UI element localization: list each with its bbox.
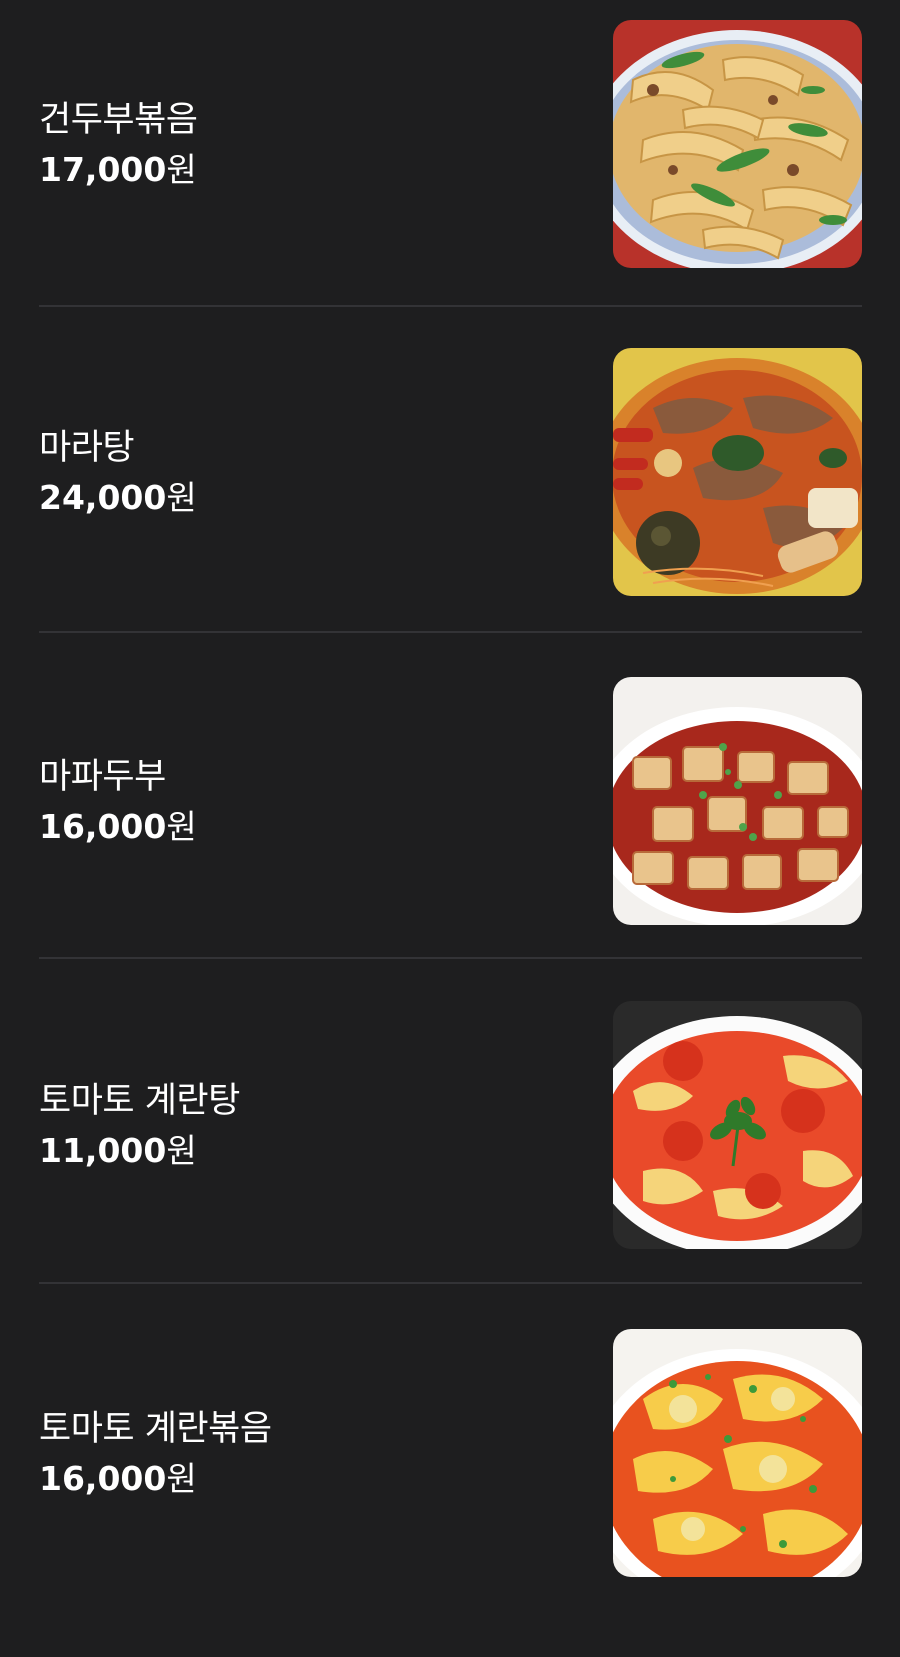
menu-item[interactable]: 토마토 계란탕 11,000원 [39,1001,862,1329]
divider [39,631,862,633]
menu-item-name: 마라탕 [39,428,135,468]
dried-tofu-stir-fry-photo[interactable] [613,20,862,268]
menu-item-name: 토마토 계란볶음 [39,1409,272,1449]
food-image [613,348,862,596]
food-image [613,1001,862,1249]
tomato-egg-stir-fry-photo[interactable] [613,1329,862,1577]
malatang-photo[interactable] [613,348,862,596]
menu-item-price: 16,000원 [39,807,197,847]
menu-item-price: 16,000원 [39,1459,272,1499]
price-amount: 16,000 [39,807,167,846]
menu-item[interactable]: 마파두부 16,000원 [39,677,862,1005]
menu-item-price: 17,000원 [39,150,198,190]
price-currency: 원 [166,478,197,517]
price-amount: 16,000 [39,1459,167,1498]
menu-item-name: 토마토 계란탕 [39,1081,240,1121]
menu-item-text: 토마토 계란탕 11,000원 [39,1001,240,1249]
menu-item-price: 24,000원 [39,478,197,518]
price-currency: 원 [166,1131,197,1170]
menu-item-name: 마파두부 [39,757,166,797]
price-currency: 원 [166,1459,197,1498]
food-image [613,677,862,925]
price-amount: 24,000 [39,478,167,517]
price-currency: 원 [166,807,197,846]
mapo-tofu-photo[interactable] [613,677,862,925]
menu-item-text: 토마토 계란볶음 16,000원 [39,1329,272,1577]
divider [39,1282,862,1284]
food-image [613,20,862,268]
menu-item-name: 건두부볶음 [39,100,198,140]
menu-item[interactable]: 토마토 계란볶음 16,000원 [39,1329,862,1657]
price-currency: 원 [166,150,197,189]
menu-item-text: 마라탕 24,000원 [39,348,197,596]
menu-item-price: 11,000원 [39,1131,240,1171]
divider [39,305,862,307]
divider [39,957,862,959]
tomato-egg-soup-photo[interactable] [613,1001,862,1249]
price-amount: 17,000 [39,150,167,189]
food-image [613,1329,862,1577]
menu-item[interactable]: 건두부볶음 17,000원 [39,20,862,348]
menu-item[interactable]: 마라탕 24,000원 [39,348,862,676]
price-amount: 11,000 [39,1131,167,1170]
menu-item-text: 건두부볶음 17,000원 [39,20,198,268]
menu-item-text: 마파두부 16,000원 [39,677,197,925]
